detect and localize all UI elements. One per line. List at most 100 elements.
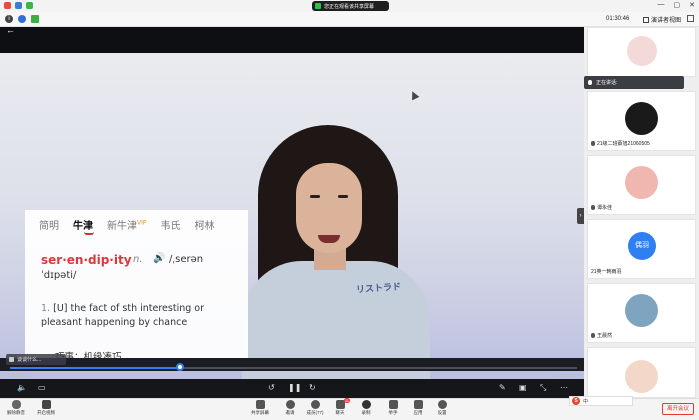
view-switch-label: 演讲者视图 bbox=[651, 18, 682, 24]
maximize-button[interactable]: ▢ bbox=[674, 1, 681, 9]
start-video-button[interactable]: 开启视频 bbox=[31, 400, 61, 416]
share-screen-icon bbox=[315, 3, 321, 9]
definition: 1. [U] the fact of sth interesting or pl… bbox=[41, 302, 241, 330]
members-label: 成员(77) bbox=[306, 410, 324, 415]
share-screen-label: 共享屏幕 bbox=[251, 410, 269, 415]
settings-button[interactable]: 设置 bbox=[427, 400, 457, 416]
back-arrow-icon[interactable]: ← bbox=[6, 27, 15, 35]
ime-toolbar[interactable]: S 中 bbox=[569, 396, 633, 406]
invite-icon bbox=[285, 400, 295, 409]
participant-tile[interactable]: 王晨然 bbox=[587, 283, 696, 343]
participant-name: 谭永佳 bbox=[591, 204, 612, 211]
close-button[interactable]: ✕ bbox=[689, 1, 695, 9]
pen-icon[interactable]: ✎ bbox=[499, 383, 506, 392]
dictionary-tabs: 简明 牛津 新牛津VIP 韦氏 柯林 bbox=[39, 217, 215, 232]
pip-icon[interactable]: ▣ bbox=[519, 383, 527, 392]
active-tab-indicator bbox=[84, 232, 94, 235]
tab-oxford[interactable]: 牛津 bbox=[73, 217, 93, 232]
settings-label: 设置 bbox=[437, 410, 447, 415]
tab-webster[interactable]: 韦氏 bbox=[161, 217, 181, 232]
avatar bbox=[625, 102, 658, 135]
start-video-label: 开启视频 bbox=[37, 410, 55, 415]
participant-tile[interactable]: 谭永佳 bbox=[587, 155, 696, 215]
progress-area bbox=[0, 358, 584, 371]
speaker-icon[interactable]: 🔊 bbox=[153, 253, 165, 264]
cursor-icon bbox=[408, 89, 420, 101]
title-bar: 您正在观看该共享屏幕 — ▢ ✕ bbox=[0, 0, 699, 12]
chat-preview[interactable]: 谈谈什么... bbox=[6, 354, 66, 365]
chat-icon bbox=[9, 357, 14, 362]
tab-jianming[interactable]: 简明 bbox=[39, 217, 59, 232]
forward-icon[interactable]: ↻ bbox=[309, 383, 316, 392]
chat-label: 聊天 bbox=[335, 410, 345, 415]
speaking-label: 正在讲话: bbox=[596, 80, 618, 86]
participant-name-text: 21级二班蔡旭21060505 bbox=[597, 141, 650, 147]
tab-new-oxford-label: 新牛津 bbox=[107, 221, 137, 232]
mic-icon bbox=[591, 333, 595, 338]
left-eye bbox=[310, 195, 320, 198]
participant-tile[interactable]: 21级二班蔡旭21060505 bbox=[587, 91, 696, 151]
titlebar-status-icons bbox=[4, 2, 33, 9]
rewind-icon[interactable]: ↺ bbox=[268, 383, 275, 392]
shield-icon[interactable] bbox=[18, 15, 26, 23]
more-icon[interactable]: ⋯ bbox=[560, 383, 568, 392]
signal-icon[interactable] bbox=[26, 2, 33, 9]
camera-off-icon bbox=[41, 400, 51, 409]
collapse-icon[interactable]: ⤡ bbox=[540, 383, 546, 393]
duration: 0:09:03 bbox=[558, 373, 574, 378]
avatar: 偶羽 bbox=[628, 232, 656, 260]
share-notice[interactable]: 您正在观看该共享屏幕 bbox=[312, 1, 389, 11]
pause-icon[interactable]: ❚❚ bbox=[288, 383, 301, 392]
progress-fill bbox=[10, 367, 181, 369]
sogou-icon: S bbox=[572, 397, 580, 405]
security-icon[interactable] bbox=[15, 2, 22, 9]
chat-badge: 11 bbox=[343, 398, 350, 403]
definition-text: [U] the fact of sth interesting or pleas… bbox=[41, 303, 205, 328]
shared-screen[interactable]: ← リストラド 简明 牛津 新牛津VIP 韦氏 柯林 ser·en·dip·it… bbox=[0, 27, 584, 398]
unmute-button[interactable]: 解除静音 bbox=[1, 400, 31, 416]
participant-tile[interactable] bbox=[587, 27, 696, 77]
settings-icon bbox=[437, 400, 447, 409]
members-icon bbox=[310, 400, 320, 409]
record-button[interactable]: 录制 bbox=[351, 400, 381, 416]
dictionary-card: 简明 牛津 新牛津VIP 韦氏 柯林 ser·en·dip·ity n. 🔊 /… bbox=[25, 210, 248, 370]
avatar bbox=[625, 166, 658, 199]
mic-icon bbox=[588, 80, 592, 85]
definition-number: 1. bbox=[41, 303, 51, 314]
tab-collins[interactable]: 柯林 bbox=[195, 217, 215, 232]
avatar bbox=[627, 36, 657, 66]
sidebar-toggle[interactable]: › bbox=[577, 208, 584, 224]
participant-tile[interactable] bbox=[587, 347, 696, 398]
share-screen-button[interactable]: 共享屏幕 bbox=[245, 400, 275, 416]
network-icon[interactable] bbox=[31, 15, 39, 23]
minimize-button[interactable]: — bbox=[658, 1, 665, 9]
view-switch-button[interactable]: 演讲者视图 bbox=[643, 15, 681, 24]
record-label: 录制 bbox=[361, 410, 371, 415]
raise-hand-label: 举手 bbox=[388, 410, 398, 415]
vip-badge: VIP bbox=[137, 219, 147, 227]
participant-name: 21英一韩雨羽 bbox=[591, 268, 622, 275]
apps-icon bbox=[413, 400, 423, 409]
participant-tile[interactable]: 偶羽 21英一韩雨羽 bbox=[587, 219, 696, 279]
current-time: 0:05:26 bbox=[11, 373, 27, 378]
app-logo-icon bbox=[4, 2, 11, 9]
ime-mode: 中 bbox=[583, 398, 589, 405]
record-icon bbox=[361, 400, 371, 409]
mic-icon bbox=[591, 141, 595, 146]
right-eye bbox=[338, 195, 348, 198]
leave-meeting-button[interactable]: 离开会议 bbox=[662, 403, 694, 415]
invite-label: 邀请 bbox=[285, 410, 295, 415]
participant-name-text: 王晨然 bbox=[597, 333, 613, 339]
volume-icon[interactable]: 🔈 bbox=[17, 383, 27, 392]
tab-new-oxford[interactable]: 新牛津VIP bbox=[107, 217, 147, 232]
fullscreen-icon[interactable] bbox=[687, 15, 694, 22]
chat-preview-text: 谈谈什么... bbox=[17, 357, 42, 363]
avatar bbox=[625, 294, 658, 327]
participant-name-text: 谭永佳 bbox=[597, 205, 613, 211]
subtitle-icon[interactable]: ▭ bbox=[38, 383, 46, 392]
participant-name-text: 21英一韩雨羽 bbox=[591, 269, 622, 275]
info-icon[interactable]: i bbox=[5, 15, 13, 23]
unmute-label: 解除静音 bbox=[7, 410, 25, 415]
apps-label: 应用 bbox=[413, 410, 423, 415]
pronunciation-line-2: ˈdɪpəti/ bbox=[41, 270, 77, 281]
